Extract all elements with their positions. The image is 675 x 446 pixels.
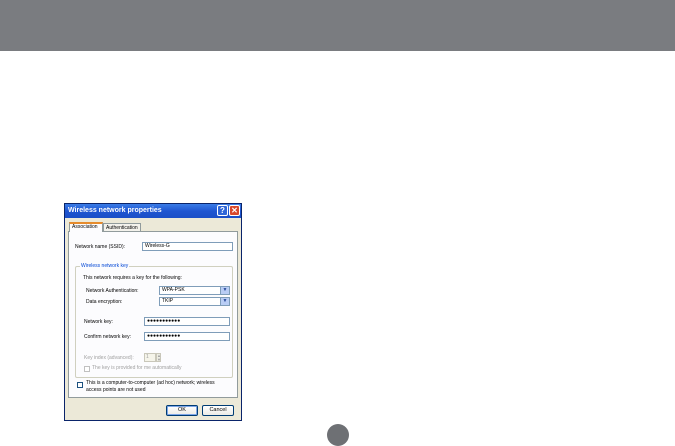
ssid-label: Network name (SSID): (75, 244, 126, 250)
network-authentication-value: WPA-PSK (162, 287, 185, 293)
auto-key-label: The key is provided for me automatically (92, 365, 182, 371)
close-button[interactable]: ✕ (229, 205, 240, 216)
adhoc-label: This is a computer-to-computer (ad hoc) … (86, 380, 215, 386)
network-authentication-select[interactable]: WPA-PSK ▼ (159, 286, 230, 295)
key-index-label: Key index (advanced): (84, 355, 134, 361)
data-encryption-label: Data encryption: (86, 299, 123, 305)
tab-association[interactable]: Association (69, 222, 103, 232)
wireless-key-group: Wireless network key This network requir… (75, 263, 233, 378)
chevron-down-icon[interactable]: ▼ (220, 287, 229, 294)
association-panel: Network name (SSID): Wireless-G Wireless… (68, 231, 238, 398)
key-index-input[interactable]: 1 (144, 353, 156, 362)
dialog-title-bar[interactable]: Wireless network properties ? ✕ (65, 204, 241, 218)
header-band (0, 0, 675, 51)
ssid-input[interactable]: Wireless-G (142, 242, 233, 251)
dialog-title: Wireless network properties (68, 207, 162, 214)
data-encryption-select[interactable]: TKIP ▼ (159, 297, 230, 306)
page-number-dot (327, 424, 349, 446)
arrow-down-icon[interactable]: ▼ (157, 358, 161, 362)
key-requirement-text: This network requires a key for the foll… (83, 275, 182, 281)
adhoc-label-continued: access points are not used (86, 387, 146, 393)
chevron-down-icon[interactable]: ▼ (220, 298, 229, 305)
help-button[interactable]: ? (217, 205, 228, 216)
network-key-input[interactable]: ●●●●●●●●●●● (144, 317, 230, 326)
key-index-stepper[interactable]: ▲ ▼ (156, 353, 161, 362)
adhoc-checkbox[interactable] (77, 382, 83, 388)
auto-key-checkbox[interactable] (84, 366, 90, 372)
data-encryption-value: TKIP (162, 298, 174, 304)
ok-button[interactable]: OK (166, 405, 198, 416)
wireless-network-properties-dialog: Wireless network properties ? ✕ Associat… (64, 203, 242, 421)
network-authentication-label: Network Authentication: (86, 288, 139, 294)
network-key-label: Network key: (84, 319, 113, 325)
wireless-key-group-title: Wireless network key (80, 263, 130, 270)
confirm-network-key-input[interactable]: ●●●●●●●●●●● (144, 332, 230, 341)
confirm-network-key-label: Confirm network key: (84, 334, 131, 340)
cancel-button[interactable]: Cancel (202, 405, 234, 416)
